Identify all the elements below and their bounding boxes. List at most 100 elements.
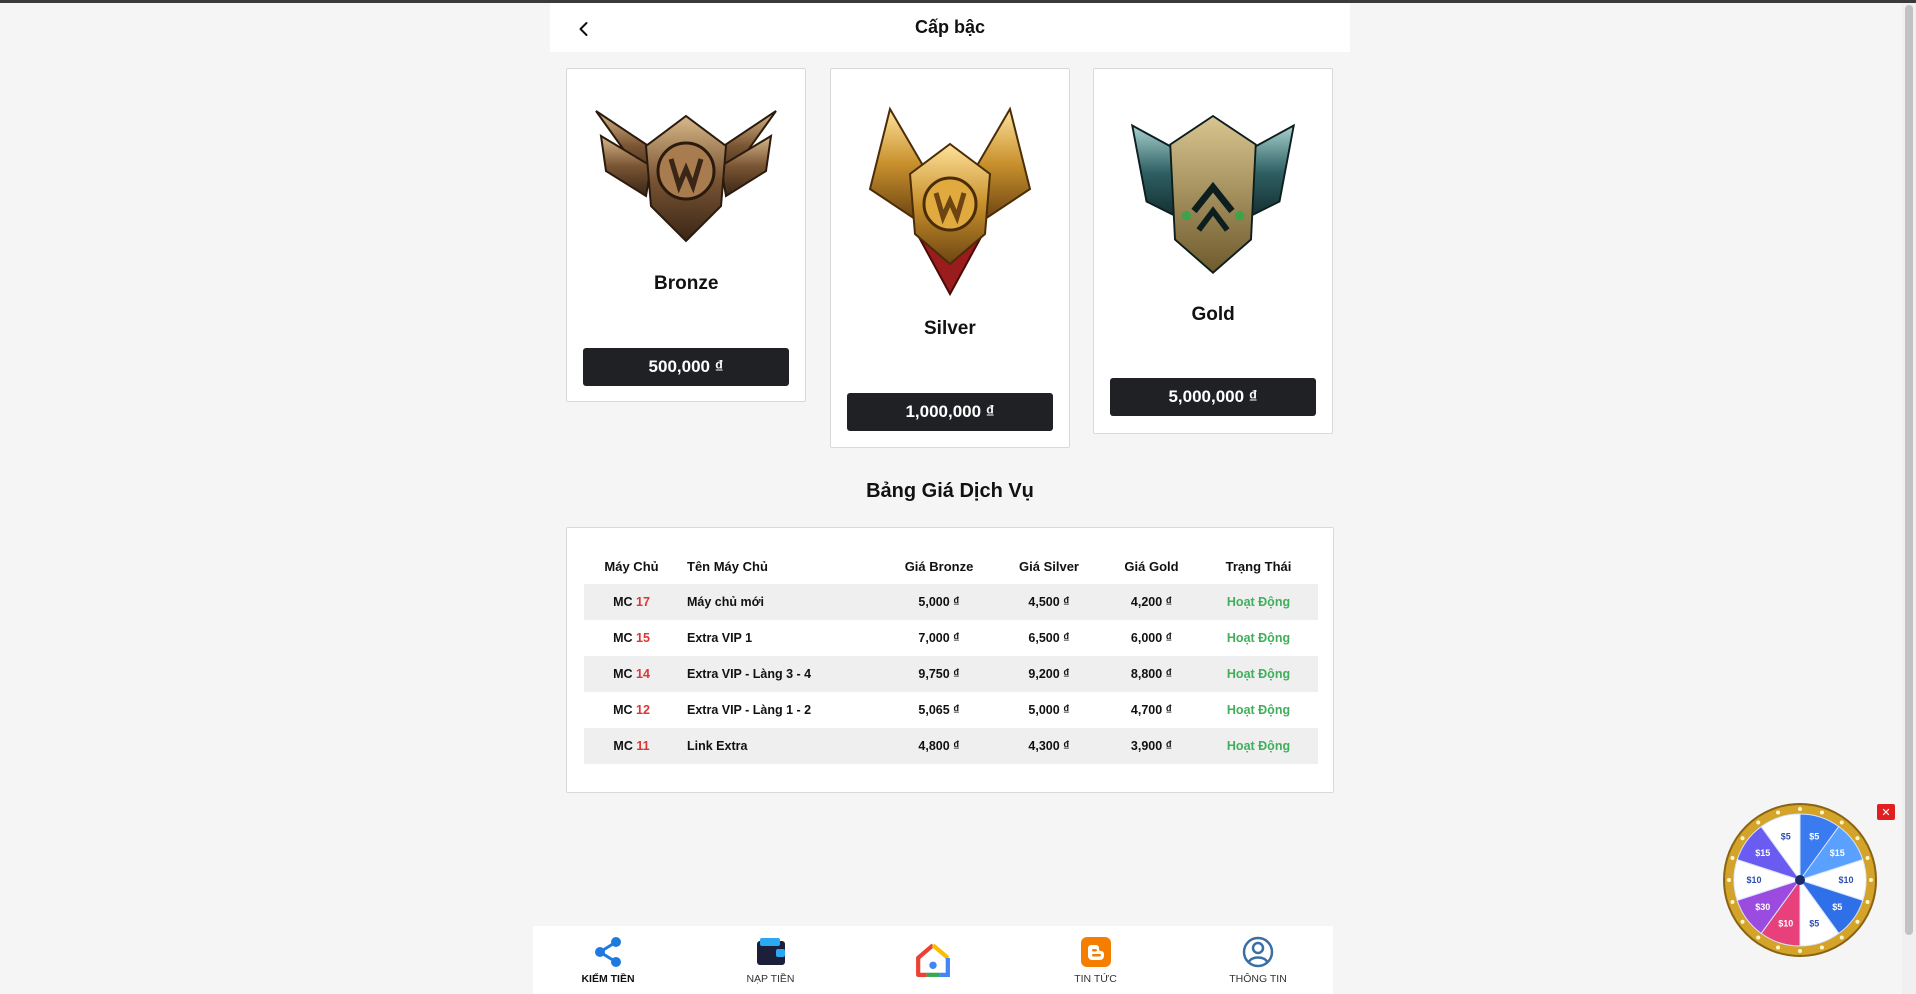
bottom-nav: KIẾM TIỀN NẠP TIỀN TIN TỨC THÔNG TIN xyxy=(533,926,1333,994)
gold-emblem-icon xyxy=(1130,114,1296,275)
price-bronze: 4,800 ₫ xyxy=(884,728,994,764)
wheel-light xyxy=(1756,935,1761,940)
price-gold: 6,000 ₫ xyxy=(1130,631,1173,645)
column-header: Máy Chủ xyxy=(604,558,659,574)
price-gold: 8,800 ₫ xyxy=(1104,656,1199,692)
wheel-light xyxy=(1730,856,1735,861)
wheel-light xyxy=(1865,899,1870,904)
price-silver: 4,300 ₫ xyxy=(994,728,1104,764)
blogger-icon xyxy=(1080,937,1111,967)
wallet-icon xyxy=(756,938,785,965)
rank-card-silver[interactable]: Silver 1,000,000 ₫ xyxy=(830,68,1070,448)
wheel-light xyxy=(1798,807,1802,811)
rank-card-gold[interactable]: Gold 5,000,000 ₫ xyxy=(1093,68,1333,434)
column-header: Giá Silver xyxy=(1019,558,1079,574)
chevron-left-icon xyxy=(579,22,588,36)
table-row: MC 17 Máy chủ mới 5,000 ₫ 4,500 ₫ 4,200 … xyxy=(584,584,1318,620)
price-table-title: Bảng Giá Dịch Vụ xyxy=(866,480,1034,502)
wheel-light xyxy=(1819,945,1824,950)
nav-item-tin-tuc[interactable]: TIN TỨC xyxy=(1041,935,1151,985)
price-silver: 9,200 ₫ xyxy=(994,656,1104,692)
scrollbar-thumb[interactable] xyxy=(1905,5,1913,935)
home-icon xyxy=(916,943,950,977)
wheel-light xyxy=(1776,810,1781,815)
share-icon xyxy=(595,937,621,967)
wheel-light xyxy=(1798,949,1802,953)
server-code: MC 11 xyxy=(584,728,679,764)
buy-gold-button[interactable]: 5,000,000 ₫ xyxy=(1110,378,1316,416)
nav-item-thong-tin[interactable]: THÔNG TIN xyxy=(1203,935,1313,985)
wheel-light xyxy=(1776,945,1781,950)
wheel-light xyxy=(1869,878,1873,882)
price-silver: 5,000 ₫ xyxy=(1028,703,1070,717)
nav-item-nap-tien[interactable]: NẠP TIỀN xyxy=(716,935,826,985)
lucky-wheel-icon[interactable]: $5 $15 $10 $5 $5 $10 $30 $10 $15 $5 xyxy=(1722,802,1878,958)
nav-label: NẠP TIỀN xyxy=(746,973,795,985)
column-header: Trạng Thái xyxy=(1225,558,1292,574)
nav-item-home[interactable] xyxy=(878,938,988,982)
server-name: Link Extra xyxy=(679,728,884,764)
wheel-segment-label: $10 xyxy=(1838,875,1853,885)
silver-emblem-icon xyxy=(868,106,1032,297)
price-bronze: 9,750 ₫ xyxy=(884,656,994,692)
column-header: Giá Bronze xyxy=(904,558,974,574)
page-scrollbar[interactable] xyxy=(1902,3,1916,994)
price-silver: 4,500 ₫ xyxy=(994,584,1104,620)
buy-bronze-button[interactable]: 500,000 ₫ xyxy=(583,348,789,386)
wheel-light xyxy=(1839,935,1844,940)
page-title: Cấp bậc xyxy=(914,17,986,37)
status-badge: Hoạt Động xyxy=(1199,728,1318,764)
column-header: Tên Máy Chủ xyxy=(687,558,768,574)
price-bronze: 5,000 ₫ xyxy=(884,584,994,620)
server-code: MC 15 xyxy=(613,631,650,645)
back-button[interactable] xyxy=(570,15,598,43)
wheel-segment-label: $5 xyxy=(1809,831,1819,841)
nav-label: THÔNG TIN xyxy=(1229,973,1287,985)
table-row: MC 11 Link Extra 4,800 ₫ 4,300 ₫ 3,900 ₫… xyxy=(584,728,1318,764)
column-header: Giá Gold xyxy=(1124,558,1179,574)
wheel-segment-label: $10 xyxy=(1778,919,1793,929)
nav-item-kiem-tien[interactable]: KIẾM TIỀN xyxy=(553,935,663,985)
server-name: Extra VIP - Làng 1 - 2 xyxy=(687,703,812,717)
wheel-segment-label: $5 xyxy=(1832,902,1842,912)
status-badge: Hoạt Động xyxy=(1226,703,1291,717)
page-header: Cấp bậc xyxy=(550,3,1350,52)
wheel-light xyxy=(1740,836,1745,841)
price-silver: 6,500 ₫ xyxy=(1028,631,1070,645)
server-code: MC 17 xyxy=(584,584,679,620)
price-bronze: 5,065 ₫ xyxy=(918,703,960,717)
server-name: Extra VIP - Làng 3 - 4 xyxy=(679,656,884,692)
price-gold: 4,700 ₫ xyxy=(1130,703,1173,717)
wheel-light xyxy=(1819,810,1824,815)
wheel-hub xyxy=(1795,875,1805,885)
price-table: Máy Chủ Tên Máy Chủ Giá Bronze Giá Silve… xyxy=(584,548,1318,764)
wheel-light xyxy=(1756,820,1761,825)
wheel-segment-label: $15 xyxy=(1830,848,1845,858)
status-badge: Hoạt Động xyxy=(1199,584,1318,620)
rank-name: Silver xyxy=(924,318,976,339)
table-header-row: Máy Chủ Tên Máy Chủ Giá Bronze Giá Silve… xyxy=(584,548,1318,584)
price-gold: 4,200 ₫ xyxy=(1104,584,1199,620)
wheel-segment-label: $10 xyxy=(1746,875,1761,885)
wheel-light xyxy=(1839,820,1844,825)
status-badge: Hoạt Động xyxy=(1199,656,1318,692)
bronze-emblem-icon xyxy=(595,110,777,243)
table-row: MC 15 Extra VIP 1 7,000 ₫ 6,500 ₫ 6,000 … xyxy=(584,620,1318,656)
wheel-light xyxy=(1855,836,1860,841)
price-table-card: Máy Chủ Tên Máy Chủ Giá Bronze Giá Silve… xyxy=(566,527,1334,793)
server-name: Máy chủ mới xyxy=(679,584,884,620)
status-badge: Hoạt Động xyxy=(1226,631,1291,645)
wheel-close-button[interactable]: ✕ xyxy=(1877,804,1895,820)
server-code: MC 12 xyxy=(613,703,650,717)
rank-card-bronze[interactable]: Bronze 500,000 ₫ xyxy=(566,68,806,402)
nav-label: KIẾM TIỀN xyxy=(581,973,635,985)
wheel-light xyxy=(1740,919,1745,924)
wheel-segment-label: $30 xyxy=(1755,902,1770,912)
wheel-light xyxy=(1730,899,1735,904)
wheel-light xyxy=(1727,878,1731,882)
buy-silver-button[interactable]: 1,000,000 ₫ xyxy=(847,393,1053,431)
price-bronze: 7,000 ₫ xyxy=(918,631,960,645)
price-gold: 3,900 ₫ xyxy=(1104,728,1199,764)
table-row: MC 12 Extra VIP - Làng 1 - 2 5,065 ₫ 5,0… xyxy=(584,692,1318,728)
rank-name: Bronze xyxy=(654,273,719,294)
